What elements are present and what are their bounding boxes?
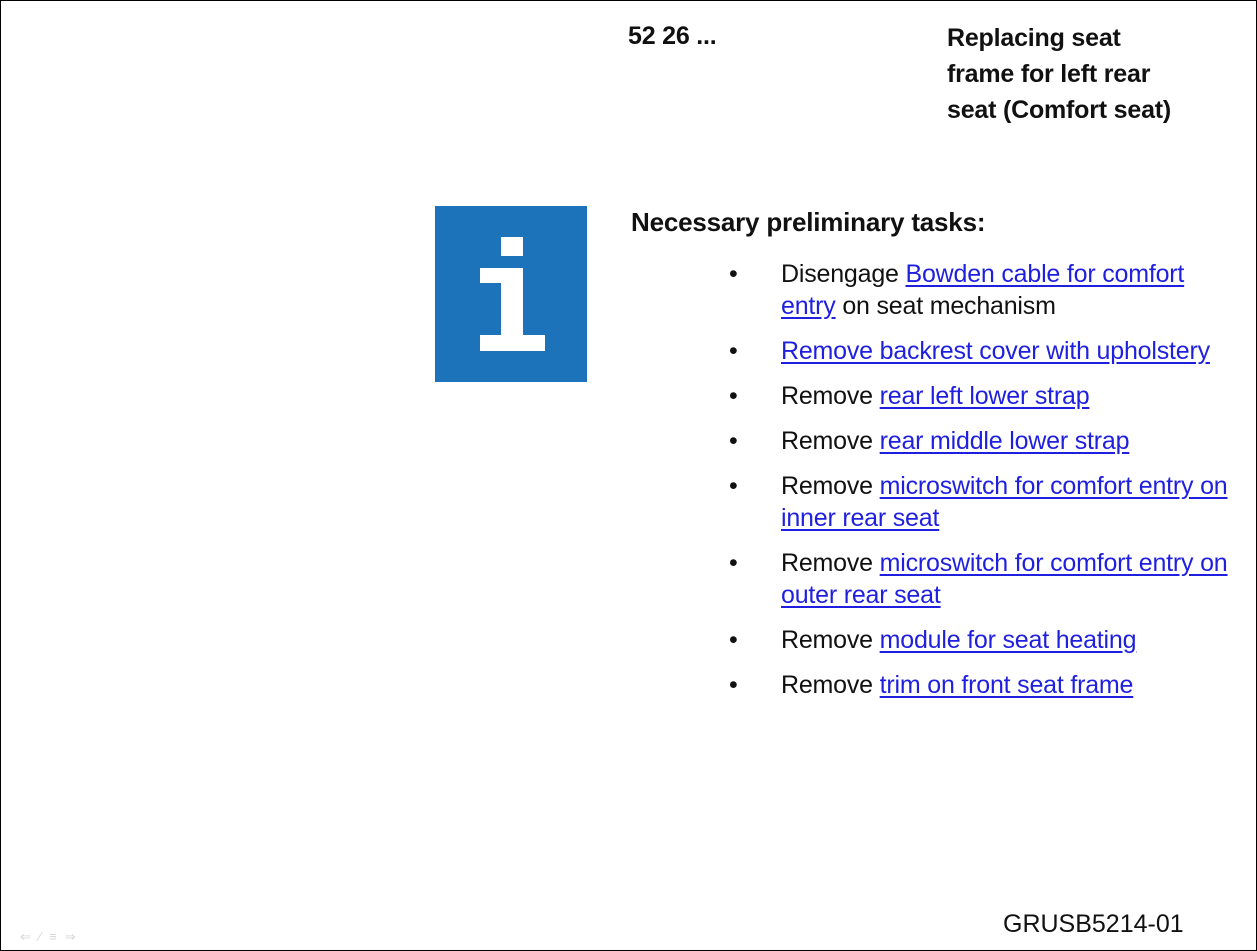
task-prefix: Remove	[781, 549, 880, 577]
pen-icon[interactable]: ⁄	[39, 930, 41, 944]
arrow-left-icon[interactable]: ⇐	[20, 930, 31, 944]
bullet-icon: •	[729, 260, 738, 288]
task-prefix: Remove	[781, 626, 880, 654]
task-item: • Remove module for seat heating	[725, 624, 1235, 656]
title-line: seat (Comfort seat)	[947, 96, 1172, 124]
task-prefix: Remove	[781, 671, 880, 699]
task-item: • Remove rear left lower strap	[725, 380, 1235, 412]
bullet-icon: •	[729, 427, 738, 455]
page-title: Replacing seat frame for left rear seat …	[947, 20, 1247, 128]
task-item: • Remove backrest cover with upholstery	[725, 335, 1235, 367]
task-list: • Disengage Bowden cable for comfort entr…	[725, 258, 1235, 714]
task-suffix: on seat mechanism	[835, 292, 1056, 320]
document-id: GRUSB5214-01	[1003, 910, 1184, 938]
task-prefix: Disengage	[781, 260, 906, 288]
bullet-icon: •	[729, 472, 738, 500]
nav-controls: ⇐ ⁄ ≡ ⇒	[20, 930, 76, 944]
section-code: 52 26 ...	[628, 22, 717, 50]
section-heading: Necessary preliminary tasks:	[631, 207, 986, 237]
task-item: • Remove microswitch for comfort entry on…	[725, 470, 1235, 534]
task-link[interactable]: trim on front seat frame	[880, 671, 1134, 699]
task-prefix: Remove	[781, 472, 880, 500]
title-line: frame for left rear	[947, 60, 1151, 88]
task-item: • Disengage Bowden cable for comfort entr…	[725, 258, 1235, 322]
task-link[interactable]: rear middle lower strap	[880, 427, 1130, 455]
bullet-icon: •	[729, 337, 738, 365]
task-item: • Remove microswitch for comfort entry on…	[725, 547, 1235, 611]
task-prefix: Remove	[781, 427, 880, 455]
task-link[interactable]: rear left lower strap	[880, 382, 1090, 410]
task-item: • Remove trim on front seat frame	[725, 669, 1235, 701]
task-link[interactable]: Remove backrest cover with upholstery	[781, 337, 1210, 365]
bullet-icon: •	[729, 549, 738, 577]
bullet-icon: •	[729, 626, 738, 654]
menu-icon[interactable]: ≡	[49, 930, 57, 944]
task-link[interactable]: module for seat heating	[880, 626, 1137, 654]
bullet-icon: •	[729, 382, 738, 410]
arrow-right-icon[interactable]: ⇒	[65, 930, 76, 944]
task-prefix: Remove	[781, 382, 880, 410]
info-icon	[435, 206, 587, 382]
task-item: • Remove rear middle lower strap	[725, 425, 1235, 457]
title-line: Replacing seat	[947, 24, 1121, 52]
bullet-icon: •	[729, 671, 738, 699]
